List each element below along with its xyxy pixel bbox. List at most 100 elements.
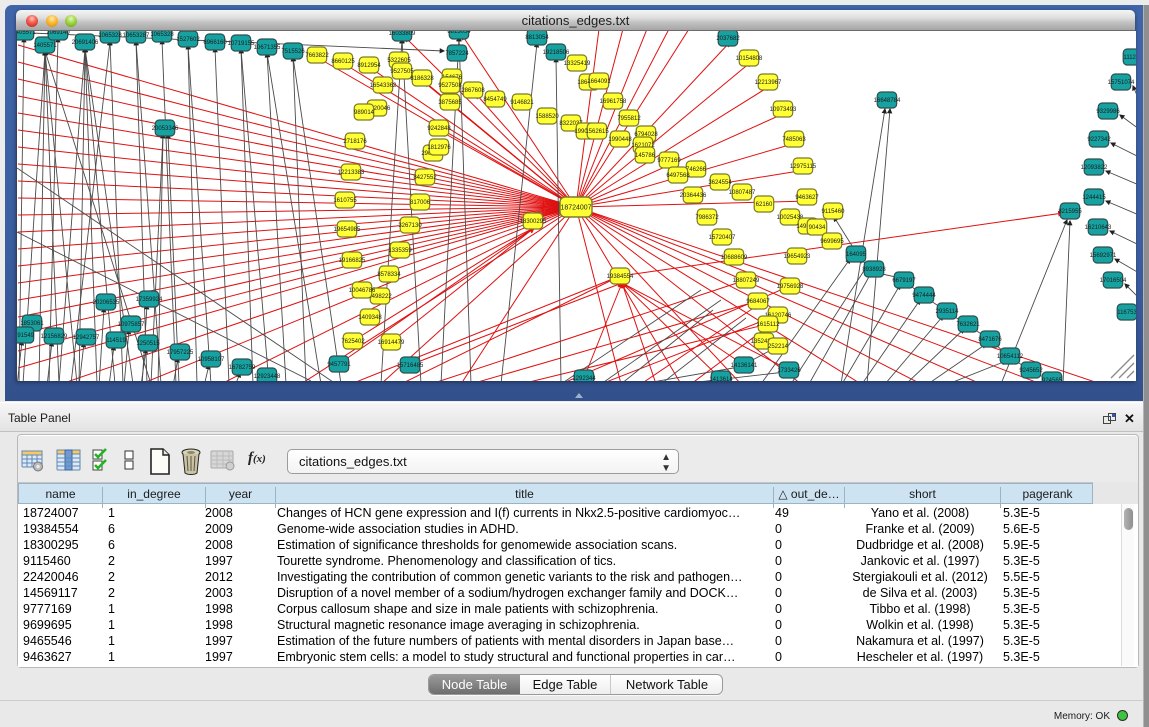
svg-text:20206535: 20206535 [93, 300, 120, 306]
svg-text:62160: 62160 [756, 202, 773, 208]
svg-text:10688609: 10688609 [721, 255, 748, 261]
svg-text:10807487: 10807487 [729, 190, 756, 196]
svg-text:18300295: 18300295 [520, 219, 547, 225]
svg-text:9115460: 9115460 [822, 209, 846, 215]
svg-text:17016504: 17016504 [1100, 278, 1127, 284]
svg-text:8454749: 8454749 [483, 97, 507, 103]
svg-text:8471676: 8471676 [978, 337, 1002, 343]
svg-text:9684067: 9684067 [746, 299, 770, 305]
svg-text:19218506: 19218506 [543, 50, 570, 56]
svg-text:10654112: 10654112 [997, 354, 1024, 360]
svg-text:1733426: 1733426 [777, 368, 801, 374]
svg-text:9463627: 9463627 [795, 195, 819, 201]
svg-text:90434: 90434 [809, 225, 826, 231]
svg-text:7857224: 7857224 [445, 51, 469, 57]
svg-text:10719155: 10719155 [228, 41, 255, 47]
svg-text:7663822: 7663822 [305, 53, 329, 59]
svg-text:20364436: 20364436 [680, 193, 707, 199]
svg-text:20691406: 20691406 [72, 40, 99, 46]
svg-text:7625402: 7625402 [341, 339, 365, 345]
svg-text:13325419: 13325419 [564, 61, 591, 67]
svg-text:6679197: 6679197 [892, 278, 916, 284]
svg-text:1664091: 1664091 [587, 79, 611, 85]
svg-text:111254: 111254 [1123, 55, 1136, 61]
svg-text:9245652: 9245652 [1019, 368, 1043, 374]
svg-text:18724007: 18724007 [560, 205, 591, 212]
svg-text:8813054: 8813054 [447, 31, 471, 35]
svg-text:3267130: 3267130 [398, 223, 422, 229]
svg-text:19756928: 19756928 [777, 284, 804, 290]
svg-text:2867608: 2867608 [461, 88, 485, 94]
svg-text:8215955: 8215955 [1058, 209, 1082, 215]
svg-text:1812976: 1812976 [427, 145, 451, 151]
svg-text:10154808: 10154808 [736, 56, 763, 62]
svg-text:2037682: 2037682 [716, 36, 740, 42]
svg-text:8427552: 8427552 [413, 175, 437, 181]
svg-text:8912954: 8912954 [357, 63, 381, 69]
svg-text:7485063: 7485063 [782, 137, 806, 143]
svg-text:16648784: 16648784 [874, 98, 901, 104]
svg-text:6966160: 6966160 [203, 40, 227, 46]
svg-text:12213383: 12213383 [338, 170, 365, 176]
svg-text:1562615: 1562615 [585, 129, 609, 135]
svg-text:2069140: 2069140 [46, 31, 70, 36]
svg-text:1250515: 1250515 [136, 341, 160, 347]
svg-text:1588520: 1588520 [535, 114, 559, 120]
svg-text:8813054: 8813054 [525, 35, 549, 41]
svg-text:1065328: 1065328 [150, 32, 174, 38]
svg-text:817006: 817006 [410, 200, 431, 206]
svg-text:2718176: 2718176 [343, 139, 367, 145]
svg-text:10975857: 10975857 [118, 322, 145, 328]
svg-text:15716485: 15716485 [397, 363, 424, 369]
svg-text:114519: 114519 [106, 338, 126, 344]
svg-text:1409348: 1409348 [358, 315, 382, 321]
svg-text:116753: 116753 [1117, 310, 1136, 316]
svg-text:1405571: 1405571 [33, 43, 57, 49]
svg-text:9329986: 9329986 [1096, 109, 1120, 115]
svg-text:924565: 924565 [1042, 378, 1063, 381]
svg-text:16914479: 16914479 [378, 340, 405, 346]
svg-text:16210643: 16210643 [1085, 225, 1112, 231]
svg-text:145786: 145786 [635, 153, 656, 159]
svg-text:12156829: 12156829 [41, 334, 68, 340]
svg-text:1610755: 1610755 [333, 198, 357, 204]
svg-text:16033809: 16033809 [389, 31, 416, 37]
svg-text:9146821: 9146821 [510, 100, 534, 106]
svg-text:1405571: 1405571 [17, 31, 36, 36]
svg-text:1292344: 1292344 [572, 376, 596, 381]
svg-text:15692971: 15692971 [1090, 253, 1117, 259]
svg-text:1065328: 1065328 [98, 33, 122, 39]
svg-text:8186328: 8186328 [410, 76, 434, 82]
svg-text:1244415: 1244415 [1082, 195, 1106, 201]
svg-text:10653287: 10653287 [123, 33, 150, 39]
svg-text:9699695: 9699695 [820, 239, 844, 245]
svg-text:19166825: 19166825 [339, 258, 366, 264]
svg-text:2935114: 2935114 [936, 309, 960, 315]
svg-text:1990448: 1990448 [608, 137, 632, 143]
svg-text:15720407: 15720407 [709, 235, 736, 241]
svg-text:3875685: 3875685 [438, 100, 462, 106]
svg-text:10671355: 10671355 [254, 45, 281, 51]
svg-text:16961758: 16961758 [600, 99, 627, 105]
svg-text:6497568: 6497568 [666, 173, 690, 179]
svg-text:10046786: 10046786 [349, 288, 376, 294]
svg-text:10973493: 10973493 [770, 107, 797, 113]
svg-text:9527505: 9527505 [390, 69, 414, 75]
svg-text:18807249: 18807249 [733, 278, 760, 284]
svg-text:16543362: 16543362 [370, 83, 397, 89]
svg-text:14136141: 14136141 [731, 363, 758, 369]
svg-text:252214: 252214 [768, 344, 789, 350]
svg-text:15751074: 15751074 [1108, 80, 1135, 86]
svg-text:12975115: 12975115 [790, 164, 817, 170]
svg-text:1413614: 1413614 [709, 377, 733, 381]
svg-text:164095: 164095 [846, 252, 867, 258]
svg-text:19654923: 19654923 [784, 254, 811, 260]
svg-text:7632621: 7632621 [956, 322, 980, 328]
svg-text:12942757: 12942757 [73, 335, 100, 341]
svg-text:9227342: 9227342 [1087, 137, 1111, 143]
svg-text:391549: 391549 [17, 333, 35, 339]
svg-text:8938928: 8938928 [862, 267, 886, 273]
svg-text:989014: 989014 [354, 110, 375, 116]
svg-text:12093822: 12093822 [1081, 165, 1108, 171]
svg-text:9527508: 9527508 [438, 83, 462, 89]
